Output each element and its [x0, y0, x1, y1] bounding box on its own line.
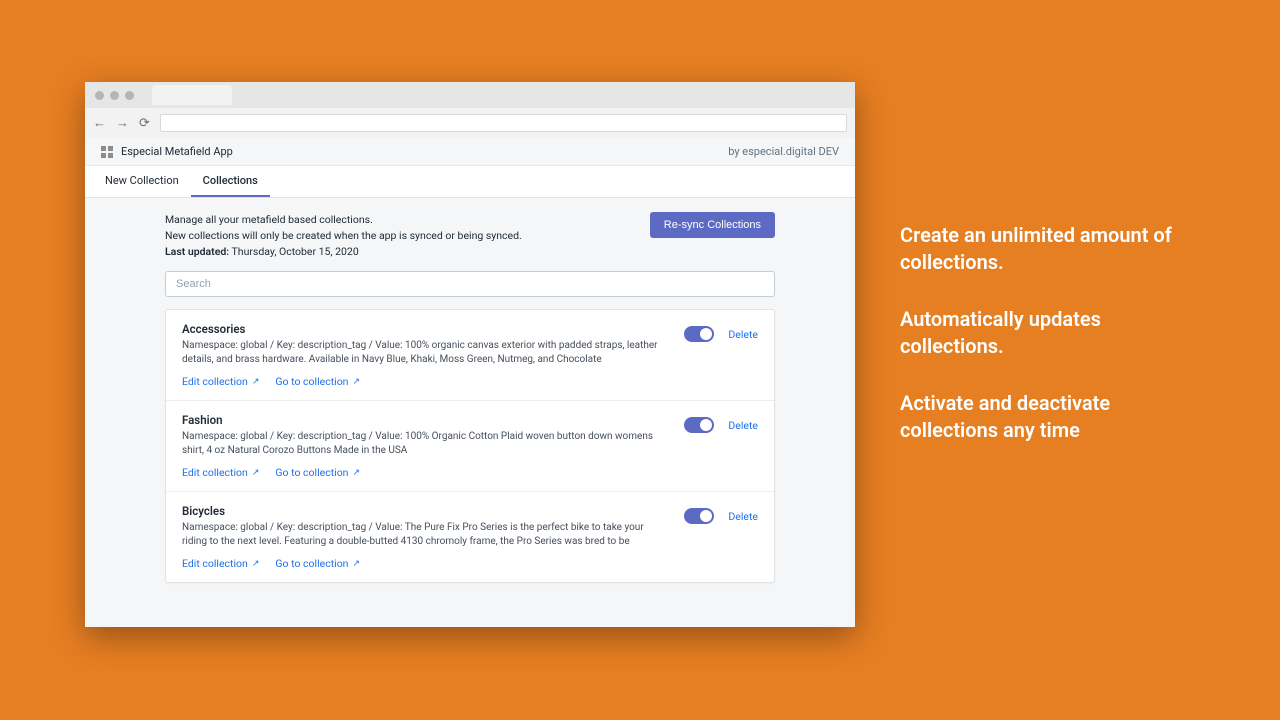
edit-collection-link[interactable]: Edit collection↗	[182, 466, 259, 479]
last-updated-value: Thursday, October 15, 2020	[232, 245, 359, 258]
resync-button[interactable]: Re-sync Collections	[650, 212, 775, 238]
goto-collection-link[interactable]: Go to collection↗	[275, 375, 360, 388]
window-close-icon[interactable]	[95, 91, 104, 100]
search-input[interactable]	[165, 271, 775, 297]
intro-line-2: New collections will only be created whe…	[165, 228, 522, 244]
tabs: New Collection Collections	[85, 166, 855, 198]
goto-collection-link[interactable]: Go to collection↗	[275, 557, 360, 570]
app-frame: Especial Metafield App by especial.digit…	[85, 138, 855, 627]
external-link-icon: ↗	[252, 559, 260, 569]
goto-collection-link[interactable]: Go to collection↗	[275, 466, 360, 479]
collection-title: Bicycles	[182, 504, 670, 518]
browser-titlebar	[85, 82, 855, 108]
window-minimize-icon[interactable]	[110, 91, 119, 100]
delete-link[interactable]: Delete	[728, 419, 758, 432]
tab-new-collection[interactable]: New Collection	[93, 166, 191, 197]
content-area: Manage all your metafield based collecti…	[85, 198, 855, 627]
edit-collection-link[interactable]: Edit collection↗	[182, 375, 259, 388]
edit-collection-link[interactable]: Edit collection↗	[182, 557, 259, 570]
active-toggle[interactable]	[684, 326, 714, 342]
marketing-line: Automatically updates collections.	[900, 306, 1200, 360]
list-item: Fashion Namespace: global / Key: descrip…	[166, 401, 774, 492]
forward-icon[interactable]: →	[116, 115, 129, 131]
reload-icon[interactable]: ⟳	[139, 116, 150, 131]
back-icon[interactable]: ←	[93, 115, 106, 131]
external-link-icon: ↗	[352, 468, 360, 478]
marketing-line: Activate and deactivate collections any …	[900, 390, 1200, 444]
app-grid-icon	[101, 146, 113, 158]
marketing-line: Create an unlimited amount of collection…	[900, 222, 1200, 276]
list-item: Bicycles Namespace: global / Key: descri…	[166, 492, 774, 582]
app-byline: by especial.digital DEV	[728, 145, 839, 158]
list-item: Accessories Namespace: global / Key: des…	[166, 310, 774, 401]
browser-tab[interactable]	[152, 85, 232, 105]
active-toggle[interactable]	[684, 508, 714, 524]
intro-copy: Manage all your metafield based collecti…	[165, 212, 522, 259]
app-header: Especial Metafield App by especial.digit…	[85, 138, 855, 166]
app-title: Especial Metafield App	[121, 145, 233, 158]
window-maximize-icon[interactable]	[125, 91, 134, 100]
tab-collections[interactable]: Collections	[191, 166, 270, 197]
marketing-copy: Create an unlimited amount of collection…	[900, 222, 1200, 474]
collection-desc: Namespace: global / Key: description_tag…	[182, 339, 670, 367]
browser-window: ← → ⟳ Especial Metafield App by especial…	[85, 82, 855, 627]
external-link-icon: ↗	[252, 468, 260, 478]
external-link-icon: ↗	[352, 377, 360, 387]
last-updated-label: Last updated:	[165, 245, 229, 258]
delete-link[interactable]: Delete	[728, 510, 758, 523]
external-link-icon: ↗	[352, 559, 360, 569]
delete-link[interactable]: Delete	[728, 328, 758, 341]
collection-desc: Namespace: global / Key: description_tag…	[182, 521, 670, 549]
address-bar[interactable]	[160, 114, 847, 132]
active-toggle[interactable]	[684, 417, 714, 433]
external-link-icon: ↗	[252, 377, 260, 387]
collection-title: Accessories	[182, 322, 670, 336]
browser-toolbar: ← → ⟳	[85, 108, 855, 138]
collection-desc: Namespace: global / Key: description_tag…	[182, 430, 670, 458]
collection-title: Fashion	[182, 413, 670, 427]
collections-list: Accessories Namespace: global / Key: des…	[165, 309, 775, 583]
intro-line-1: Manage all your metafield based collecti…	[165, 212, 522, 228]
